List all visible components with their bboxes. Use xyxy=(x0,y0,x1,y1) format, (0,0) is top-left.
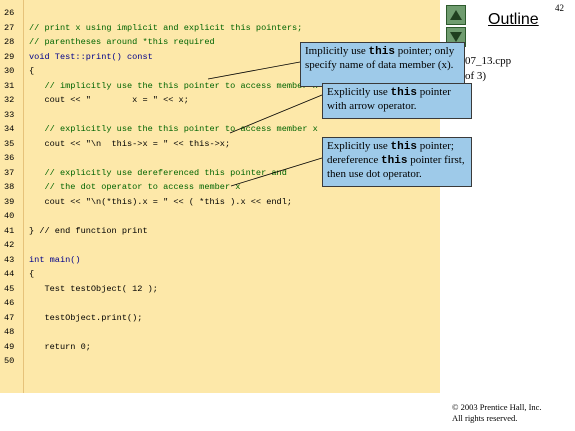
outline-link[interactable]: Outline xyxy=(488,11,539,29)
page-number: 42 xyxy=(555,3,564,13)
copyright: © 2003 Prentice Hall, Inc. All rights re… xyxy=(452,402,542,423)
prev-slide-button[interactable] xyxy=(446,5,466,25)
callout-implicit: Implicitly use this pointer; only specif… xyxy=(300,42,465,87)
file-pages: of 3) xyxy=(465,70,487,82)
file-name: 07_13.cpp xyxy=(465,55,512,67)
triangle-up-icon xyxy=(450,10,462,20)
callout-dereference: Explicitly use this pointer; dereference… xyxy=(322,137,472,187)
callout-arrow: Explicitly use this pointer with arrow o… xyxy=(322,83,472,119)
